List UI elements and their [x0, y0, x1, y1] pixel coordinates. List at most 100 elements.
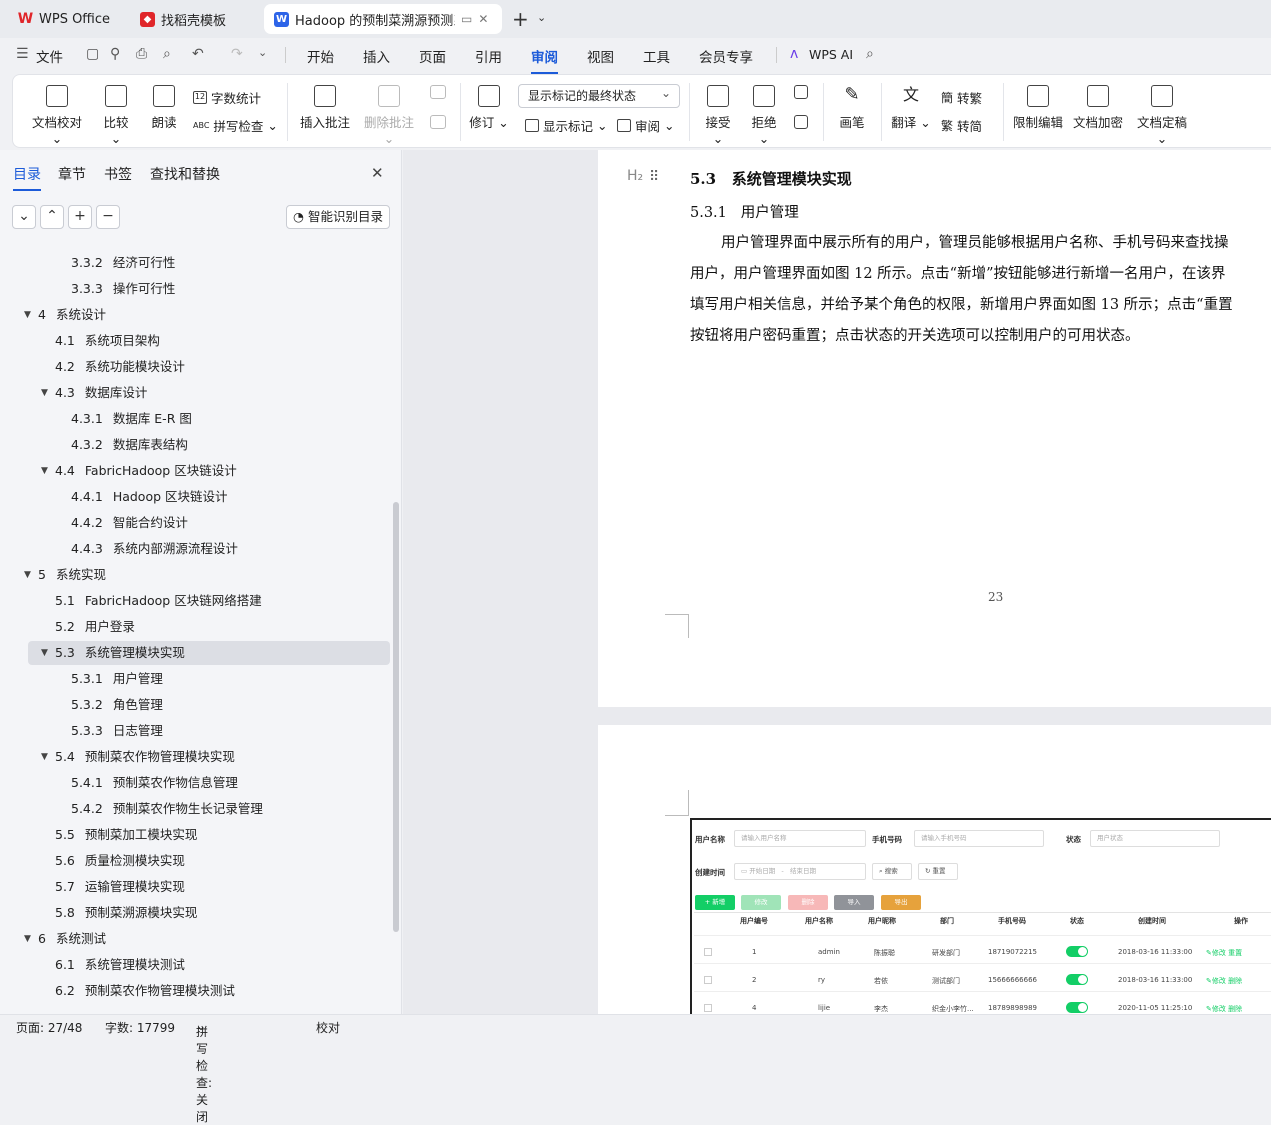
next-change-button[interactable]	[791, 115, 811, 134]
menu-file[interactable]: 文件	[36, 46, 63, 66]
finalize-button[interactable]: 文档定稿 ⌄	[1133, 85, 1191, 146]
spell-status[interactable]: 拼写检查: 关闭 ⌄	[196, 1019, 212, 1124]
toc-item[interactable]: ▼ 4 系统设计	[24, 303, 106, 327]
tab-bookmarks[interactable]: 书签	[104, 164, 132, 184]
undo-icon[interactable]: ↶	[192, 46, 204, 62]
review-pane-button[interactable]: 审阅 ⌄	[617, 116, 675, 135]
to-simplified-button[interactable]: 繁转简	[941, 116, 982, 135]
menu-wps-ai[interactable]: WPS AI	[809, 47, 853, 62]
tab-toc[interactable]: 目录	[13, 164, 41, 191]
proofread-status[interactable]: 校对	[316, 1019, 340, 1036]
delete-comment-button[interactable]: 删除批注 ⌄	[359, 85, 419, 146]
toc-item[interactable]: 5.4.1 预制菜农作物信息管理	[71, 771, 238, 795]
track-changes-button[interactable]: 修订 ⌄	[469, 85, 509, 131]
hamburger-icon[interactable]: ☰	[16, 46, 29, 62]
toc-item[interactable]: 6.2 预制菜农作物管理模块测试	[55, 979, 235, 1003]
tab-sections[interactable]: 章节	[58, 164, 86, 184]
new-tab-icon[interactable]: +	[512, 7, 529, 31]
print-icon[interactable]: ⎙	[136, 46, 147, 62]
toc-item[interactable]: 3.3.2 经济可行性	[71, 251, 175, 275]
search-icon[interactable]: ⌕	[866, 46, 874, 62]
caret-down-icon[interactable]: ▼	[41, 381, 48, 405]
chevron-down-icon[interactable]: ⌄	[537, 11, 546, 24]
menu-view[interactable]: 视图	[587, 46, 614, 66]
reject-button[interactable]: 拒绝 ⌄	[745, 85, 783, 146]
accept-button[interactable]: 接受 ⌄	[699, 85, 737, 146]
next-comment-button[interactable]	[427, 115, 449, 134]
menu-member[interactable]: 会员专享	[699, 46, 753, 66]
toc-item[interactable]: 5.1 FabricHadoop 区块链网络搭建	[55, 589, 262, 613]
menu-home[interactable]: 开始	[307, 46, 334, 66]
toc-item[interactable]: 4.4.2 智能合约设计	[71, 511, 188, 535]
caret-down-icon[interactable]: ▼	[24, 303, 31, 327]
toc-item[interactable]: 5.8 预制菜溯源模块实现	[55, 901, 197, 925]
tab-document[interactable]: W Hadoop 的预制菜溯源预测系 ▭ ✕	[264, 4, 502, 34]
save-icon[interactable]: ▢	[86, 46, 99, 62]
caret-down-icon[interactable]: ▼	[24, 563, 31, 587]
subsection-heading[interactable]: 5.3.1 用户管理	[690, 201, 799, 222]
smart-toc-button[interactable]: ◔ 智能识别目录	[286, 205, 390, 229]
tab-template[interactable]: ◆ 找稻壳模板	[130, 4, 258, 34]
show-markup-button[interactable]: 显示标记 ⌄	[525, 116, 608, 135]
tab-find-replace[interactable]: 查找和替换	[150, 164, 220, 184]
monitor-icon[interactable]: ▭	[461, 12, 472, 26]
menu-page[interactable]: 页面	[419, 46, 446, 66]
collapse-button[interactable]: ⌃	[40, 205, 64, 229]
menu-insert[interactable]: 插入	[363, 46, 390, 66]
remove-heading-button[interactable]: −	[96, 205, 120, 229]
toc-item[interactable]: 4.2 系统功能模块设计	[55, 355, 185, 379]
toc-item[interactable]: 5.3.3 日志管理	[71, 719, 163, 743]
drag-handle-icon[interactable]: ⠿	[649, 169, 659, 185]
toc-item[interactable]: 5.3.2 角色管理	[71, 693, 163, 717]
toc-item[interactable]: 4.1 系统项目架构	[55, 329, 160, 353]
toc-item[interactable]: ▼ 4.4 FabricHadoop 区块链设计	[41, 459, 237, 483]
caret-down-icon[interactable]: ▼	[41, 641, 48, 665]
toc-item[interactable]: 5.3.1 用户管理	[71, 667, 163, 691]
toc-item[interactable]: 5.4.2 预制菜农作物生长记录管理	[71, 797, 263, 821]
toc-item[interactable]: ▼ 5.4 预制菜农作物管理模块实现	[41, 745, 235, 769]
markup-state-select[interactable]: 显示标记的最终状态	[518, 82, 680, 108]
toc-item[interactable]: ▼ 6 系统测试	[24, 927, 106, 951]
embedded-screenshot[interactable]: 用户名称 请输入用户名称 手机号码 请输入手机号码 状态 用户状态 创建时间 ▭…	[690, 818, 1271, 1014]
to-traditional-button[interactable]: 簡转繁	[941, 88, 982, 107]
restrict-edit-button[interactable]: 限制编辑	[1013, 85, 1063, 131]
prev-comment-button[interactable]	[427, 85, 449, 104]
toc-item[interactable]: 3.3.3 操作可行性	[71, 277, 175, 301]
menu-reference[interactable]: 引用	[475, 46, 502, 66]
toc-item[interactable]: 6.1 系统管理模块测试	[55, 953, 185, 977]
toc-item[interactable]: ▼ 4.3 数据库设计	[41, 381, 147, 405]
caret-down-icon[interactable]: ▼	[24, 927, 31, 951]
toc-item[interactable]: 4.3.2 数据库表结构	[71, 433, 188, 457]
translate-button[interactable]: 文翻译 ⌄	[891, 85, 931, 131]
compare-button[interactable]: 比较 ⌄	[97, 85, 135, 146]
toc-item[interactable]: 5.6 质量检测模块实现	[55, 849, 185, 873]
toc-item[interactable]: 5.2 用户登录	[55, 615, 135, 639]
menu-tools[interactable]: 工具	[643, 46, 670, 66]
spell-check-button[interactable]: ABC 拼写检查 ⌄	[193, 116, 278, 135]
pen-button[interactable]: ✎ 画笔	[835, 85, 869, 131]
panel-scrollbar[interactable]	[393, 502, 399, 932]
caret-down-icon[interactable]: ▼	[41, 745, 48, 769]
close-icon[interactable]: ✕	[371, 164, 384, 182]
menu-review[interactable]: 审阅	[531, 46, 558, 74]
expand-all-button[interactable]: ⌄	[12, 205, 36, 229]
link-icon[interactable]: ⚲	[110, 46, 120, 62]
toc-item[interactable]: 4.4.3 系统内部溯源流程设计	[71, 537, 238, 561]
toc-item[interactable]: ▼ 5 系统实现	[24, 563, 106, 587]
word-count[interactable]: 字数: 17799	[105, 1019, 175, 1036]
toc-item[interactable]: 4.4.1 Hadoop 区块链设计	[71, 485, 228, 509]
tab-wps-office[interactable]: W WPS Office	[8, 4, 124, 34]
word-count-button[interactable]: 12 字数统计	[193, 88, 261, 107]
toc-item[interactable]: ▼ 5.3 系统管理模块实现	[41, 641, 185, 665]
toc-item[interactable]: 5.7 运输管理模块实现	[55, 875, 185, 899]
caret-down-icon[interactable]: ▼	[41, 459, 48, 483]
toc-item[interactable]: 5.5 预制菜加工模块实现	[55, 823, 197, 847]
close-icon[interactable]: ✕	[478, 12, 488, 26]
encrypt-button[interactable]: 文档加密	[1073, 85, 1123, 131]
page-indicator[interactable]: 页面: 27/48	[16, 1019, 82, 1036]
prev-change-button[interactable]	[791, 85, 811, 104]
body-paragraph[interactable]: 用户管理界面中展示所有的用户，管理员能够根据用户名称、手机号码来查找操 用户，用…	[690, 228, 1271, 352]
proofread-button[interactable]: 文档校对 ⌄	[29, 85, 85, 146]
chevron-down-icon[interactable]: ⌄	[258, 46, 267, 59]
print-preview-icon[interactable]: ⌕	[163, 46, 171, 62]
